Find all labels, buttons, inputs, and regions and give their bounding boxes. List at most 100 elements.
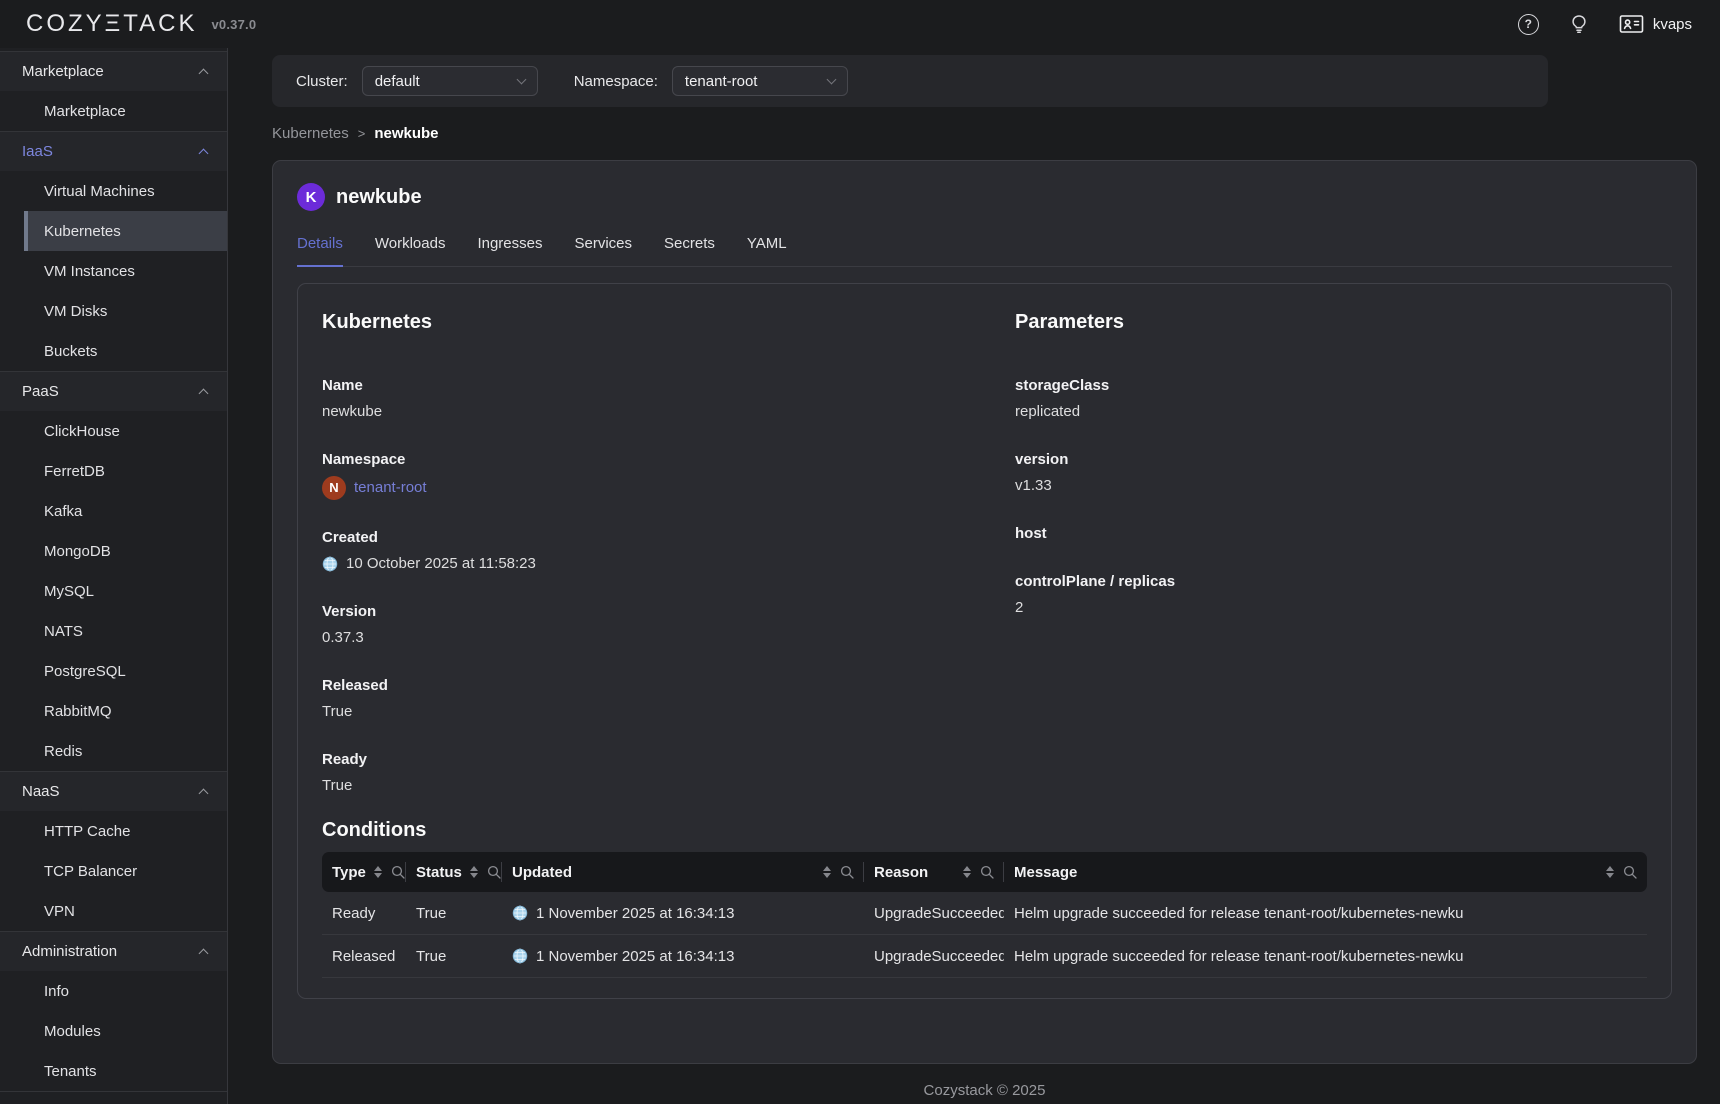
conditions-table-header: Type Status [322,852,1647,892]
sidebar-item-buckets[interactable]: Buckets [0,331,227,371]
sort-icon[interactable] [374,866,382,878]
sidebar-item-virtual-machines[interactable]: Virtual Machines [0,171,227,211]
field-ready: Ready True [322,750,1015,796]
field-param-version: version v1.33 [1015,450,1647,496]
main-content: Cluster: default Namespace: tenant-root … [228,48,1720,1104]
sort-icon[interactable] [823,866,831,878]
breadcrumb-kubernetes[interactable]: Kubernetes [272,125,349,142]
sidebar-item-http-cache[interactable]: HTTP Cache [0,811,227,851]
user-menu[interactable]: kvaps [1619,14,1692,34]
field-released: Released True [322,676,1015,722]
namespace-select[interactable]: tenant-root [672,66,848,96]
column-header-status: Status [416,864,462,881]
topbar: COZYΞTACK v0.37.0 ? kvaps [0,0,1720,48]
help-icon: ? [1518,14,1539,35]
chevron-up-icon [199,788,209,798]
breadcrumb: Kubernetes > newkube [272,121,1697,145]
namespace-link[interactable]: tenant-root [354,478,427,498]
sidebar-item-ferretdb[interactable]: FerretDB [0,451,227,491]
tab-bar: Details Workloads Ingresses Services Sec… [297,235,1672,267]
field-name: Name newkube [322,376,1015,422]
field-version: Version 0.37.3 [322,602,1015,648]
chevron-down-icon [826,75,836,85]
theme-toggle-button[interactable] [1569,14,1589,34]
chevron-up-icon [199,388,209,398]
section-label: IaaS [22,143,53,160]
sidebar-section-paas[interactable]: PaaS [0,371,227,411]
cluster-select[interactable]: default [362,66,538,96]
sidebar-section-naas[interactable]: NaaS [0,771,227,811]
sidebar-item-postgresql[interactable]: PostgreSQL [0,651,227,691]
sidebar-item-modules[interactable]: Modules [0,1011,227,1051]
sidebar: Marketplace Marketplace IaaS Virtual Mac… [0,48,228,1104]
section-label: Administration [22,943,117,960]
sort-icon[interactable] [470,866,478,878]
sidebar-section-iaas[interactable]: IaaS [0,131,227,171]
namespace-avatar: N [322,476,346,500]
sidebar-item-tenants[interactable]: Tenants [0,1051,227,1091]
chevron-down-icon [516,75,526,85]
conditions-section: Conditions Type [298,796,1671,999]
condition-row-ready: Ready True 1 November 2025 at 16:34:13 U… [322,892,1647,935]
sidebar-item-rabbitmq[interactable]: RabbitMQ [0,691,227,731]
username: kvaps [1653,16,1692,33]
help-button[interactable]: ? [1518,14,1539,35]
globe-icon [322,556,338,572]
sidebar-item-vm-instances[interactable]: VM Instances [0,251,227,291]
sidebar-divider [0,1091,227,1092]
column-header-message: Message [1014,864,1077,881]
namespace-label: Namespace: [574,73,658,90]
tab-secrets[interactable]: Secrets [664,235,715,267]
field-namespace: Namespace N tenant-root [322,450,1015,500]
parameters-section: Parameters storageClass replicated versi… [1015,308,1647,796]
sidebar-item-mongodb[interactable]: MongoDB [0,531,227,571]
section-label: Marketplace [22,63,104,80]
lightbulb-icon [1569,14,1589,34]
tab-yaml[interactable]: YAML [747,235,787,267]
sidebar-item-info[interactable]: Info [0,971,227,1011]
kubernetes-avatar: K [297,183,325,211]
sidebar-item-nats[interactable]: NATS [0,611,227,651]
search-icon[interactable] [391,865,405,879]
condition-row-released: Released True 1 November 2025 at 16:34:1… [322,935,1647,978]
sort-icon[interactable] [1606,866,1614,878]
field-storage-class: storageClass replicated [1015,376,1647,422]
kubernetes-section: Kubernetes Name newkube Namespace N tena… [322,308,1015,796]
app-version: v0.37.0 [212,17,257,32]
section-heading-kubernetes: Kubernetes [322,308,1015,336]
column-header-reason: Reason [874,864,928,881]
sidebar-item-mysql[interactable]: MySQL [0,571,227,611]
sidebar-section-marketplace[interactable]: Marketplace [0,51,227,91]
conditions-heading: Conditions [322,816,1647,844]
search-icon[interactable] [840,865,854,879]
search-icon[interactable] [1623,865,1637,879]
tab-ingresses[interactable]: Ingresses [477,235,542,267]
cluster-label: Cluster: [296,73,348,90]
sidebar-section-administration[interactable]: Administration [0,931,227,971]
tab-services[interactable]: Services [575,235,633,267]
column-header-updated: Updated [512,864,572,881]
globe-icon [512,948,528,964]
sidebar-item-tcp-balancer[interactable]: TCP Balancer [0,851,227,891]
sidebar-item-clickhouse[interactable]: ClickHouse [0,411,227,451]
footer-text: Cozystack © 2025 [272,1064,1697,1099]
sidebar-item-vm-disks[interactable]: VM Disks [0,291,227,331]
sidebar-item-kubernetes[interactable]: Kubernetes [24,211,227,251]
tab-workloads[interactable]: Workloads [375,235,446,267]
field-host: host [1015,524,1647,544]
search-icon[interactable] [487,865,501,879]
context-filter-bar: Cluster: default Namespace: tenant-root [272,55,1548,107]
sidebar-item-kafka[interactable]: Kafka [0,491,227,531]
sidebar-item-marketplace[interactable]: Marketplace [0,91,227,131]
breadcrumb-current: newkube [374,125,438,142]
app-logo: COZYΞTACK [26,10,198,38]
search-icon[interactable] [980,865,994,879]
tab-details[interactable]: Details [297,235,343,267]
chevron-up-icon [199,68,209,78]
chevron-up-icon [199,148,209,158]
sidebar-item-redis[interactable]: Redis [0,731,227,771]
sort-icon[interactable] [963,866,971,878]
sidebar-item-vpn[interactable]: VPN [0,891,227,931]
field-control-plane-replicas: controlPlane / replicas 2 [1015,572,1647,618]
field-created: Created [322,528,1015,574]
